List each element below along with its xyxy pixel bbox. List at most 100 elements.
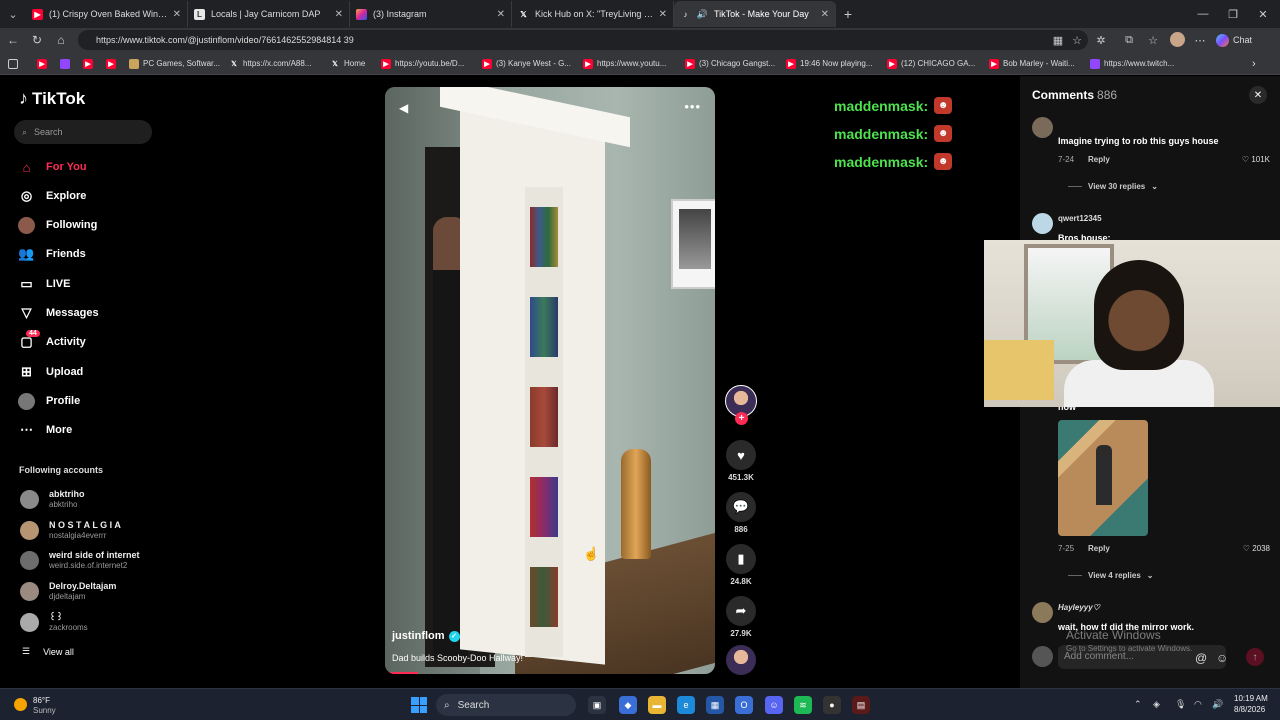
speaker-icon[interactable]: 🔊 xyxy=(697,9,708,20)
wifi-icon[interactable]: ◠ xyxy=(1194,699,1202,710)
clock-time[interactable]: 10:19 AM xyxy=(1234,694,1268,703)
music-disc-avatar[interactable] xyxy=(726,645,756,675)
video-player[interactable]: ◀ ••• justinflom ✓ Dad builds Scooby-Doo… xyxy=(385,87,715,674)
mention-icon[interactable]: @ xyxy=(1195,651,1207,665)
microphone-icon[interactable]: 🎙 xyxy=(1175,699,1186,710)
url-field[interactable]: https://www.tiktok.com/@justinflom/video… xyxy=(78,30,1088,50)
minimize-icon[interactable]: — xyxy=(1188,0,1218,28)
back-icon[interactable]: ← xyxy=(5,32,21,48)
spotify-icon[interactable]: ≋ xyxy=(794,696,812,714)
sun-icon[interactable] xyxy=(14,698,27,711)
search-input[interactable]: ⌕ Search xyxy=(14,120,152,144)
bookmark-list-icon[interactable] xyxy=(8,57,22,70)
edge-icon[interactable]: e xyxy=(677,696,695,714)
comment-image[interactable] xyxy=(1058,420,1148,536)
copilot-app-icon[interactable]: ◆ xyxy=(619,696,637,714)
bookmark-item[interactable] xyxy=(60,57,74,70)
close-icon[interactable]: ✕ xyxy=(1249,86,1267,104)
new-tab-button[interactable]: + xyxy=(836,0,860,28)
tiktok-logo[interactable]: ♪ TikTok xyxy=(19,88,85,109)
file-explorer-icon[interactable]: ▬ xyxy=(648,696,666,714)
send-icon[interactable]: ↑ xyxy=(1246,648,1264,666)
emoji-icon[interactable]: ☺ xyxy=(1216,651,1228,665)
bookmark-item[interactable]: ▶ xyxy=(37,57,51,70)
close-tab-icon[interactable]: ✕ xyxy=(173,9,181,20)
nav-upload[interactable]: ⊞ Upload xyxy=(18,362,83,382)
settings-more-icon[interactable]: ⋯ xyxy=(1193,33,1207,47)
game-app-icon[interactable]: ▤ xyxy=(852,696,870,714)
video-progress-bar[interactable] xyxy=(385,672,418,674)
comment-username[interactable]: Hayleyyy♡ xyxy=(1058,603,1100,612)
reply-link[interactable]: Reply xyxy=(1088,155,1110,164)
bookmark-item[interactable]: ▶ xyxy=(83,57,97,70)
comment-like[interactable]: ♡ 2038 xyxy=(1243,544,1270,553)
tab-list-button[interactable]: ⌄ xyxy=(0,0,26,28)
share-button[interactable]: ➦ 27.9K xyxy=(726,596,756,638)
favorites-icon[interactable]: ☆ xyxy=(1146,33,1160,47)
comment-username[interactable]: qwert12345 xyxy=(1058,214,1102,223)
reload-icon[interactable]: ↻ xyxy=(29,32,45,48)
nav-more[interactable]: ⋯ More xyxy=(18,420,72,440)
comment-like[interactable]: ♡ 101K xyxy=(1242,155,1270,164)
restore-icon[interactable]: ❐ xyxy=(1218,0,1248,28)
nav-for-you[interactable]: ⌂ For You xyxy=(18,157,87,177)
nav-friends[interactable]: 👥 Friends xyxy=(18,244,85,264)
weather-temp[interactable]: 86°F xyxy=(33,696,50,705)
close-tab-icon[interactable]: ✕ xyxy=(335,9,343,20)
weather-desc[interactable]: Sunny xyxy=(33,706,56,715)
bookmark-item[interactable]: ▶ xyxy=(106,57,120,70)
nav-explore[interactable]: ◎ Explore xyxy=(18,186,87,206)
bookmark-item[interactable]: 𝕏 Home xyxy=(330,57,365,70)
bookmarks-overflow-icon[interactable]: › xyxy=(1252,57,1256,70)
discord-icon[interactable]: ☺ xyxy=(765,696,783,714)
view-all-link[interactable]: ☰ View all xyxy=(22,646,74,657)
close-tab-icon[interactable]: ✕ xyxy=(821,9,829,20)
bookmark-item[interactable]: ▶ https://youtu.be/D... xyxy=(381,57,464,70)
bookmark-item[interactable]: PC Games, Softwar... xyxy=(129,57,220,70)
nav-activity[interactable]: ▢ 44 Activity xyxy=(18,329,86,352)
comment-button[interactable]: 💬 886 xyxy=(726,492,756,534)
app-available-icon[interactable]: ▦ xyxy=(1051,33,1065,47)
avatar[interactable] xyxy=(1032,117,1053,138)
nav-profile[interactable]: Profile xyxy=(18,391,80,411)
browser-tab[interactable]: L Locals | Jay Carnicom DAP ✕ xyxy=(188,1,350,27)
reply-link[interactable]: Reply xyxy=(1088,544,1110,553)
follow-plus-icon[interactable]: + xyxy=(735,412,748,425)
view-replies-link[interactable]: View 30 replies ⌄ xyxy=(1068,182,1158,191)
more-options-icon[interactable]: ••• xyxy=(684,99,701,114)
following-account[interactable]: abktriho abktriho xyxy=(20,486,85,512)
nav-following[interactable]: Following xyxy=(18,215,97,235)
bookmark-item[interactable]: ▶ https://www.youtu... xyxy=(583,57,666,70)
nav-live[interactable]: ▭ LIVE xyxy=(18,274,70,294)
bookmark-item[interactable]: ▶ 19:46 Now playing... xyxy=(786,57,873,70)
following-account[interactable]: ꒰꒱ zackrooms xyxy=(20,609,88,635)
profile-avatar[interactable] xyxy=(1170,32,1185,47)
home-icon[interactable]: ⌂ xyxy=(53,32,69,48)
tray-overflow-icon[interactable]: ⌃ xyxy=(1134,699,1142,710)
browser-tab[interactable]: (3) Instagram ✕ xyxy=(350,1,512,27)
bookmark-item[interactable]: 𝕏https://x.com/A88... xyxy=(229,57,311,70)
save-button[interactable]: ▮ 24.8K xyxy=(726,544,756,586)
close-tab-icon[interactable]: ✕ xyxy=(497,9,505,20)
browser-tab-active[interactable]: ♪ 🔊 TikTok - Make Your Day ✕ xyxy=(674,1,836,27)
extensions-icon[interactable]: ✲ xyxy=(1094,33,1108,47)
bookmark-item[interactable]: ▶ (3) Chicago Gangst... xyxy=(685,57,775,70)
bookmark-item[interactable]: ▶ (3) Kanye West - G... xyxy=(482,57,571,70)
clock-date[interactable]: 8/8/2026 xyxy=(1234,705,1265,714)
start-icon[interactable] xyxy=(411,697,427,713)
following-account[interactable]: N O S T A L G I Anostalgia4everrr xyxy=(20,517,121,543)
bookmark-item[interactable]: ▶ (12) CHICAGO GA... xyxy=(887,57,975,70)
tray-app-icon[interactable]: ◈ xyxy=(1153,699,1160,710)
avatar[interactable] xyxy=(1032,602,1053,623)
browser-tab[interactable]: 𝕏 Kick Hub on X: "TreyLiving slaps U ✕ xyxy=(512,1,674,27)
copilot-chat-button[interactable]: Chat xyxy=(1216,32,1252,48)
like-button[interactable]: ♥ 451.3K xyxy=(726,440,756,482)
task-view-icon[interactable]: ▣ xyxy=(588,696,606,714)
view-replies-link[interactable]: View 4 replies ⌄ xyxy=(1068,571,1153,580)
browser-tab[interactable]: ▶ (1) Crispy Oven Baked Wings | #g ✕ xyxy=(26,1,188,27)
avatar[interactable] xyxy=(1032,213,1053,234)
close-tab-icon[interactable]: ✕ xyxy=(659,9,667,20)
mute-icon[interactable]: ◀ xyxy=(399,101,408,115)
store-icon[interactable]: ▦ xyxy=(706,696,724,714)
bookmark-item[interactable]: https://www.twitch... xyxy=(1090,57,1174,70)
